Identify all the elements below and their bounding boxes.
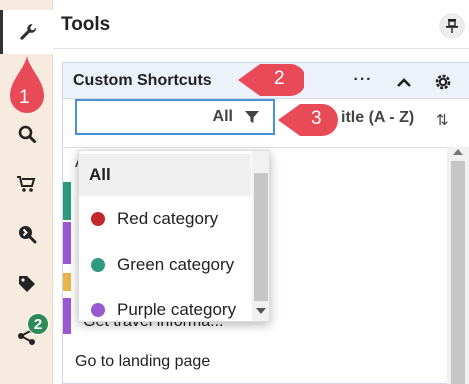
rail-search-go-button[interactable] bbox=[0, 212, 53, 256]
list-scrollbar-thumb[interactable] bbox=[451, 161, 465, 384]
callout-one-label: 1 bbox=[19, 87, 30, 108]
rail-tools-button[interactable] bbox=[0, 10, 53, 54]
dropdown-option-label: Purple category bbox=[117, 300, 237, 319]
purple-category-stripe bbox=[63, 222, 71, 264]
sort-direction-icon[interactable]: ⇅ bbox=[436, 111, 449, 129]
panel-divider bbox=[53, 48, 469, 49]
settings-button[interactable] bbox=[432, 71, 454, 93]
filter-icon bbox=[245, 111, 259, 123]
pin-button[interactable] bbox=[439, 13, 465, 39]
chevron-up-icon bbox=[397, 78, 411, 87]
rail-tag-button[interactable] bbox=[0, 262, 53, 306]
cart-icon bbox=[16, 176, 35, 192]
pin-icon bbox=[446, 19, 458, 33]
rail-search-button[interactable] bbox=[0, 112, 53, 156]
rail-cart-button[interactable] bbox=[0, 162, 53, 206]
dropdown-option-label: Red category bbox=[117, 209, 219, 228]
more-icon: ··· bbox=[353, 71, 373, 88]
dropdown-option-label: All bbox=[89, 165, 111, 184]
wrench-icon bbox=[20, 24, 36, 40]
dropdown-scrollbar-thumb[interactable] bbox=[254, 173, 268, 301]
purple-category-stripe bbox=[63, 298, 71, 334]
callout-three bbox=[278, 104, 338, 136]
callout-three-label: 3 bbox=[311, 108, 322, 129]
gear-icon bbox=[435, 74, 451, 90]
dropdown-option-purple[interactable]: Purple category bbox=[79, 289, 251, 321]
collapse-button[interactable] bbox=[393, 71, 415, 93]
share-count-badge: 2 bbox=[27, 313, 49, 335]
scroll-up-arrow-icon[interactable] bbox=[453, 149, 463, 155]
more-options-button[interactable]: ··· bbox=[352, 69, 374, 91]
filter-value: All bbox=[212, 108, 233, 125]
card-title: Custom Shortcuts bbox=[73, 72, 212, 89]
list-item[interactable]: Go to landing page bbox=[75, 353, 210, 371]
yellow-category-stripe bbox=[63, 273, 71, 291]
category-filter-select[interactable]: All bbox=[75, 99, 275, 135]
callout-two-label: 2 bbox=[274, 68, 285, 89]
tag-icon bbox=[18, 276, 35, 292]
search-icon bbox=[18, 125, 36, 143]
purple-dot-icon bbox=[91, 303, 105, 317]
green-category-stripe bbox=[63, 182, 71, 220]
red-dot-icon bbox=[91, 212, 105, 226]
category-dropdown-menu: All Red category Green category Purple c… bbox=[78, 150, 270, 322]
dropdown-option-red[interactable]: Red category bbox=[79, 198, 251, 240]
callout-two bbox=[238, 64, 304, 96]
dropdown-option-label: Green category bbox=[117, 255, 235, 274]
dropdown-option-all[interactable]: All bbox=[79, 154, 251, 196]
search-arrow-icon bbox=[18, 226, 36, 244]
dropdown-option-green[interactable]: Green category bbox=[79, 244, 251, 286]
scroll-down-arrow-icon[interactable] bbox=[256, 308, 266, 314]
panel-title: Tools bbox=[61, 14, 111, 35]
sort-select[interactable]: itle (A - Z) bbox=[341, 109, 414, 127]
green-dot-icon bbox=[91, 258, 105, 272]
